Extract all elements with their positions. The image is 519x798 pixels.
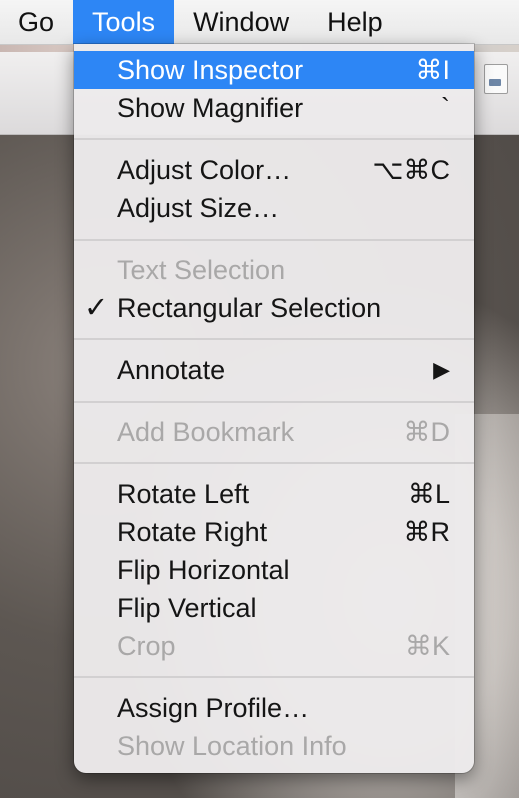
submenu-arrow-icon: ▶: [433, 357, 450, 382]
menu-separator: [74, 138, 474, 140]
menu-separator: [74, 239, 474, 241]
menu-item-label: Flip Vertical: [117, 593, 257, 623]
menu-item-adjust-color[interactable]: Adjust Color… ⌥⌘C: [74, 151, 474, 189]
menu-item-label: Rotate Right: [117, 517, 268, 547]
menu-item-label: Rotate Left: [117, 479, 250, 509]
menu-window[interactable]: Window: [174, 0, 308, 44]
menu-item-flip-horizontal[interactable]: Flip Horizontal: [74, 551, 474, 589]
menu-item-label: Adjust Size…: [117, 193, 280, 223]
shortcut-label: ⌘I: [415, 55, 450, 85]
shortcut-label: ⌘D: [403, 417, 451, 447]
menu-bar: Go Tools Window Help: [0, 0, 519, 45]
menu-item-label: Show Magnifier: [117, 93, 304, 123]
menu-item-add-bookmark: Add Bookmark ⌘D: [74, 413, 474, 451]
checkmark-icon: ✓: [84, 292, 109, 324]
menu-separator: [74, 676, 474, 678]
shortcut-label: ⌘K: [404, 631, 450, 661]
menu-item-text-selection: Text Selection: [74, 251, 474, 289]
menu-item-show-location-info: Show Location Info: [74, 727, 474, 765]
menu-separator: [74, 338, 474, 340]
shortcut-label: ⌘L: [407, 479, 450, 509]
shortcut-label: ⌘R: [403, 517, 451, 547]
shortcut-label: ⌥⌘C: [372, 155, 450, 185]
menu-item-adjust-size[interactable]: Adjust Size…: [74, 189, 474, 227]
menu-help[interactable]: Help: [308, 0, 402, 44]
shortcut-label: `: [441, 93, 450, 123]
menu-separator: [74, 401, 474, 403]
menu-go[interactable]: Go: [0, 0, 73, 44]
menu-tools[interactable]: Tools: [73, 0, 175, 44]
menu-item-label: Assign Profile…: [117, 693, 310, 723]
menu-separator: [74, 462, 474, 464]
menu-item-label: Text Selection: [117, 255, 286, 285]
menu-item-rectangular-selection[interactable]: ✓ Rectangular Selection: [74, 289, 474, 327]
menu-item-crop: Crop ⌘K: [74, 627, 474, 665]
menu-item-annotate[interactable]: Annotate ▶: [74, 351, 474, 389]
tools-menu: Show Inspector ⌘I Show Magnifier ` Adjus…: [74, 44, 474, 773]
menu-item-label: Show Inspector: [117, 55, 304, 85]
menu-item-rotate-right[interactable]: Rotate Right ⌘R: [74, 513, 474, 551]
menu-item-label: Flip Horizontal: [117, 555, 290, 585]
menu-item-label: Crop: [117, 631, 176, 661]
menu-item-label: Annotate: [117, 355, 226, 385]
menu-item-label: Show Location Info: [117, 731, 347, 761]
menu-item-rotate-left[interactable]: Rotate Left ⌘L: [74, 475, 474, 513]
menu-item-label: Rectangular Selection: [117, 293, 382, 323]
menu-item-flip-vertical[interactable]: Flip Vertical: [74, 589, 474, 627]
menu-item-show-magnifier[interactable]: Show Magnifier `: [74, 89, 474, 127]
menu-item-assign-profile[interactable]: Assign Profile…: [74, 689, 474, 727]
menu-item-label: Add Bookmark: [117, 417, 295, 447]
menu-item-label: Adjust Color…: [117, 155, 292, 185]
document-icon[interactable]: [484, 64, 508, 94]
menu-item-show-inspector[interactable]: Show Inspector ⌘I: [74, 51, 474, 89]
